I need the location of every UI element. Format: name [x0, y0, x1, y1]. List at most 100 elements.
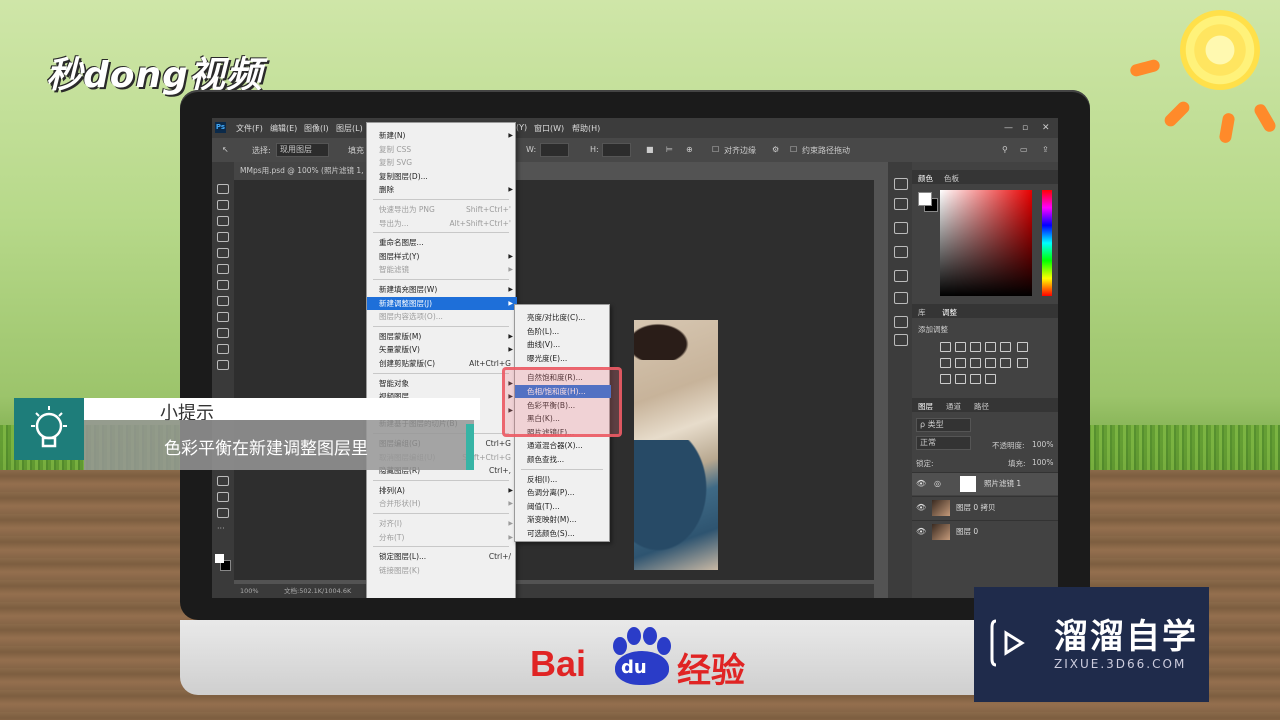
constrain-path-checkbox[interactable]: ☐	[790, 145, 797, 154]
lasso-tool-icon[interactable]	[217, 216, 229, 226]
menu-item[interactable]: 图层蒙版(M) ▶	[367, 330, 517, 343]
layer-row[interactable]: 👁 ◎ 照片滤镜 1	[912, 472, 1058, 495]
color-balance-icon[interactable]	[940, 358, 951, 368]
tab-layers[interactable]: 图层	[918, 401, 933, 412]
menu-item[interactable]: 锁定图层(L)... Ctrl+/	[367, 550, 517, 563]
brightness-icon[interactable]	[940, 342, 951, 352]
character-panel-icon[interactable]	[894, 316, 908, 328]
opacity-value[interactable]: 100%	[1032, 440, 1053, 449]
gradient-map-icon[interactable]	[970, 374, 981, 384]
actions-panel-icon[interactable]	[894, 198, 908, 210]
properties-panel-icon[interactable]	[894, 222, 908, 234]
menu-item[interactable]: 快速导出为 PNG Shift+Ctrl+'	[367, 203, 517, 216]
menu-item[interactable]: 删除 ▶	[367, 183, 517, 196]
layer-row[interactable]: 👁 图层 0 拷贝	[912, 496, 1058, 519]
w-field[interactable]	[540, 143, 569, 157]
channel-mixer-icon[interactable]	[985, 358, 996, 368]
menu-edit[interactable]: 编辑(E)	[270, 123, 297, 134]
menu-item[interactable]: 通道混合器(X)...	[515, 439, 611, 452]
menu-item[interactable]: 颜色查找...	[515, 453, 611, 466]
curves-icon[interactable]	[970, 342, 981, 352]
eraser-tool-icon[interactable]	[217, 344, 229, 354]
photoshop-app-icon[interactable]: Ps	[215, 122, 226, 133]
zoom-level[interactable]: 100%	[240, 584, 259, 598]
tab-color[interactable]: 颜色	[918, 173, 933, 184]
hue-saturation-icon[interactable]	[1017, 342, 1029, 352]
menu-item[interactable]: 链接图层(K)	[367, 564, 517, 577]
gradient-tool-icon[interactable]	[217, 360, 229, 370]
quick-select-tool-icon[interactable]	[217, 232, 229, 242]
move-tool-icon[interactable]: ↖	[222, 145, 229, 154]
crop-tool-icon[interactable]	[217, 248, 229, 258]
menu-item[interactable]: 色阶(L)...	[515, 325, 611, 338]
hand-tool-icon[interactable]	[217, 492, 229, 502]
eye-icon[interactable]: 👁	[916, 473, 926, 495]
foreground-color-swatch[interactable]	[215, 554, 224, 563]
menu-item[interactable]: 阈值(T)...	[515, 500, 611, 513]
menu-item[interactable]: 曲线(V)...	[515, 338, 611, 351]
zoom-tool-icon[interactable]	[217, 508, 229, 518]
foreground-swatch[interactable]	[918, 192, 932, 206]
menu-item[interactable]: 导出为... Alt+Shift+Ctrl+'	[367, 217, 517, 230]
select-dropdown[interactable]: 现用图层	[276, 143, 329, 157]
menu-item[interactable]: 新建调整图层(J) ▶	[367, 296, 517, 310]
levels-icon[interactable]	[955, 342, 966, 352]
eyedropper-tool-icon[interactable]	[217, 264, 229, 274]
selective-color-icon[interactable]	[985, 374, 996, 384]
menu-window[interactable]: 窗口(W)	[534, 123, 564, 134]
share-icon[interactable]: ⇪	[1042, 145, 1049, 154]
workspace-icon[interactable]: ▭	[1020, 145, 1028, 154]
menu-item[interactable]: 色调分离(P)...	[515, 486, 611, 499]
path-arrange-icon[interactable]: ⊕	[686, 145, 693, 154]
photo-filter-icon[interactable]	[970, 358, 981, 368]
hue-slider[interactable]	[1042, 190, 1052, 296]
tab-swatches[interactable]: 色板	[944, 173, 959, 184]
path-operations-icon[interactable]: ■	[646, 145, 654, 154]
menu-image[interactable]: 图像(I)	[304, 123, 329, 134]
menu-file[interactable]: 文件(F)	[236, 123, 263, 134]
exposure-icon[interactable]	[985, 342, 996, 352]
minimize-button[interactable]: —	[1004, 123, 1013, 133]
history-brush-tool-icon[interactable]	[217, 328, 229, 338]
adjustment-presets-icon[interactable]	[894, 292, 908, 304]
menu-item[interactable]: 新建(N) ▶	[367, 129, 517, 142]
menu-item[interactable]: 合并形状(H) ▶	[367, 497, 517, 510]
layer-row[interactable]: 👁 图层 0	[912, 520, 1058, 543]
color-lookup-icon[interactable]	[1000, 358, 1011, 368]
threshold-icon[interactable]	[955, 374, 966, 384]
maximize-button[interactable]: ▫	[1022, 123, 1028, 133]
menu-item[interactable]: 排列(A) ▶	[367, 484, 517, 497]
h-field[interactable]	[602, 143, 631, 157]
move-tool-icon[interactable]	[217, 184, 229, 194]
color-picker-field[interactable]	[940, 190, 1032, 296]
layer-mask-thumbnail[interactable]	[960, 476, 976, 492]
menu-view[interactable]: (Y)	[516, 123, 527, 132]
menu-layer[interactable]: 图层(L)	[336, 123, 363, 134]
menu-item[interactable]: 反相(I)...	[515, 473, 611, 486]
brush-settings-icon[interactable]	[894, 270, 908, 282]
info-panel-icon[interactable]	[894, 246, 908, 258]
history-panel-icon[interactable]	[894, 178, 908, 190]
menu-item[interactable]: 创建剪贴蒙版(C) Alt+Ctrl+G	[367, 357, 517, 370]
eye-icon[interactable]: 👁	[916, 521, 926, 543]
tab-channels[interactable]: 通道	[946, 401, 961, 412]
vibrance-icon[interactable]	[1000, 342, 1011, 352]
more-tools-icon[interactable]: ···	[217, 524, 227, 533]
eye-icon[interactable]: 👁	[916, 497, 926, 519]
menu-item[interactable]: 分布(T) ▶	[367, 531, 517, 544]
menu-item[interactable]: 智能滤镜 ▶	[367, 263, 517, 276]
menu-help[interactable]: 帮助(H)	[572, 123, 600, 134]
menu-item[interactable]: 渐变映射(M)...	[515, 513, 611, 526]
blend-mode-dropdown[interactable]: 正常	[916, 436, 971, 450]
menu-item[interactable]: 亮度/对比度(C)...	[515, 311, 611, 324]
menu-item[interactable]: 图层内容选项(O)...	[367, 310, 517, 323]
menu-item[interactable]: 矢量蒙版(V) ▶	[367, 343, 517, 356]
brush-tool-icon[interactable]	[217, 296, 229, 306]
layer-filter-dropdown[interactable]: ρ 类型	[916, 418, 971, 432]
menu-item[interactable]: 重命名图层...	[367, 236, 517, 249]
path-alignment-icon[interactable]: ⊨	[666, 145, 673, 154]
menu-item[interactable]: 新建填充图层(W) ▶	[367, 283, 517, 296]
paragraph-panel-icon[interactable]	[894, 334, 908, 346]
menu-item[interactable]: 对齐(I) ▶	[367, 517, 517, 530]
menu-item[interactable]: 复制图层(D)...	[367, 170, 517, 183]
